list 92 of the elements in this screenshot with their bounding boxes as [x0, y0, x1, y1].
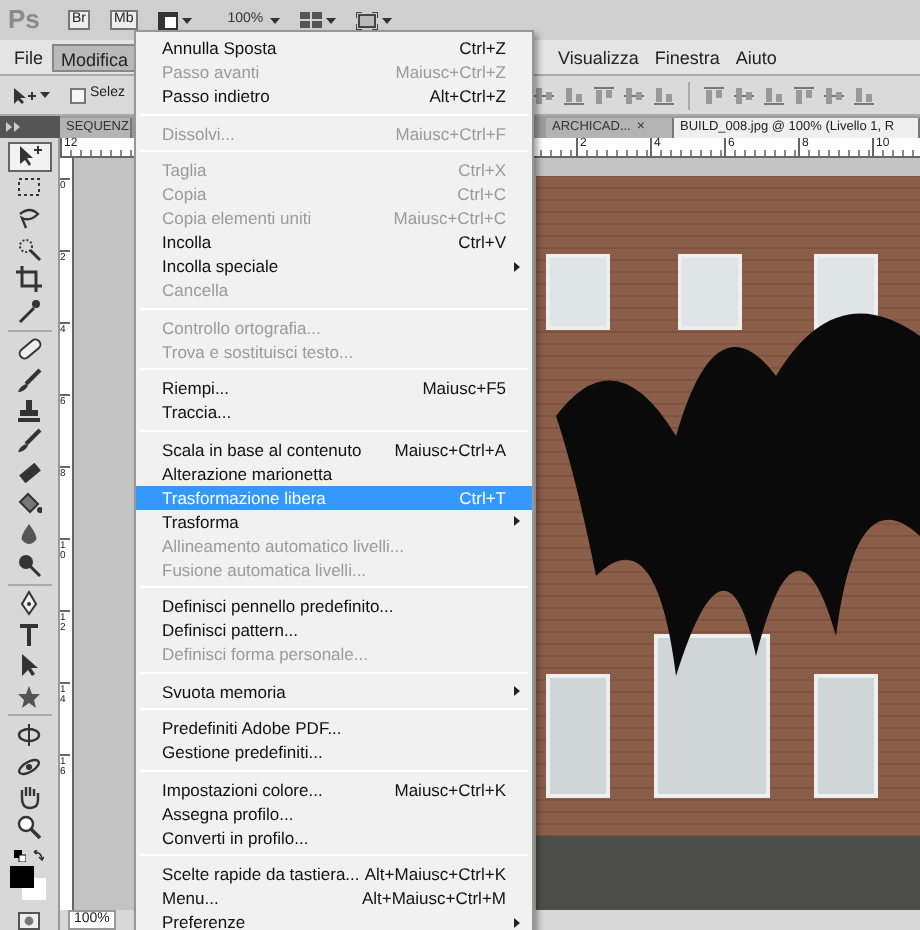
- align-icon: [763, 85, 784, 105]
- shortcut-label: Ctrl+C: [457, 182, 506, 206]
- menu-item[interactable]: Finestra: [646, 43, 728, 71]
- align-icon: [793, 85, 814, 105]
- star-shape-icon: [16, 683, 42, 710]
- shortcut-label: Maiusc+Ctrl+A: [394, 437, 506, 461]
- align-icon: [563, 85, 584, 105]
- shortcut-label: Maiusc+Ctrl+F: [395, 121, 506, 145]
- dashed-rectangle-icon: [16, 174, 42, 201]
- type-icon: [16, 621, 42, 648]
- align-icon: [623, 85, 644, 105]
- quick-mask-icon: [18, 911, 40, 930]
- screen-icon: [355, 11, 378, 29]
- shortcut-label: Alt+Ctrl+Z: [429, 84, 506, 108]
- shortcut-label: Maiusc+Ctrl+Z: [395, 60, 506, 84]
- tool-button[interactable]: [7, 142, 51, 171]
- align-icon: [703, 85, 724, 105]
- menu-item[interactable]: Passo indietro Alt+Ctrl+Z: [136, 84, 532, 108]
- menu-item[interactable]: Modifica: [51, 43, 139, 71]
- lasso-icon: [16, 205, 42, 232]
- menu-item[interactable]: Gestione predefiniti...: [136, 740, 532, 764]
- hand-icon: [16, 783, 42, 810]
- align-icon: [653, 85, 674, 105]
- menu-item[interactable]: Predefiniti Adobe PDF...: [136, 716, 532, 740]
- menu-item[interactable]: Annulla Sposta Ctrl+Z: [136, 36, 532, 60]
- menu-item[interactable]: Preferenze: [136, 910, 532, 930]
- move-arrow-icon: [16, 143, 42, 170]
- checkbox[interactable]: [70, 87, 86, 103]
- quick-mask-button[interactable]: [18, 911, 40, 930]
- rotate-3d-icon: [16, 722, 42, 749]
- menu-item[interactable]: Menu... Alt+Maiusc+Ctrl+M: [136, 886, 532, 910]
- brush-icon: [16, 367, 42, 394]
- menu-item[interactable]: Converti in profilo...: [136, 825, 532, 849]
- move-arrow-icon: [12, 85, 36, 105]
- crop-icon: [16, 266, 42, 293]
- default-colors-icon: [14, 850, 26, 863]
- menu-item[interactable]: Definisci pattern...: [136, 618, 532, 642]
- shortcut-label: Ctrl+T: [459, 485, 506, 509]
- bucket-icon: [16, 490, 42, 517]
- shortcut-label: Maiusc+Ctrl+K: [394, 777, 506, 801]
- caret-icon: [269, 17, 280, 23]
- eyedropper-icon: [16, 297, 42, 324]
- menu-item[interactable]: Impostazioni colore... Maiusc+Ctrl+K: [136, 777, 532, 801]
- shortcut-label: Alt+Maiusc+Ctrl+K: [364, 862, 506, 886]
- menu-item[interactable]: Trasforma: [136, 509, 532, 533]
- app-logo: Ps: [8, 2, 42, 39]
- align-icon: [733, 85, 754, 105]
- menu-item[interactable]: File: [6, 43, 52, 71]
- shortcut-label: Ctrl+V: [458, 230, 506, 254]
- layout-dropdown[interactable]: [157, 11, 192, 29]
- brush-icon: [16, 428, 42, 455]
- bandage-icon: [16, 336, 42, 363]
- dodge-icon: [16, 552, 42, 579]
- menu-item[interactable]: Incolla Ctrl+V: [136, 230, 532, 254]
- align-icon: [853, 85, 874, 105]
- caret-icon: [381, 17, 392, 23]
- menu-item[interactable]: Alterazione marionetta: [136, 461, 532, 485]
- menu-item[interactable]: Traccia...: [136, 400, 532, 424]
- swap-arrow-icon: [32, 850, 44, 863]
- collapse-icon: [6, 122, 20, 132]
- drop-icon: [16, 521, 42, 548]
- menu-item[interactable]: Riempi... Maiusc+F5: [136, 376, 532, 400]
- shortcut-label: Maiusc+F5: [422, 376, 506, 400]
- menu-item[interactable]: Incolla speciale: [136, 254, 532, 278]
- menu-item[interactable]: Assegna profilo...: [136, 801, 532, 825]
- screen-mode-dropdown[interactable]: [355, 11, 392, 29]
- grid-icon: [299, 12, 322, 28]
- align-icon: [823, 85, 844, 105]
- menu-item[interactable]: Scala in base al contenuto Maiusc+Ctrl+A: [136, 437, 532, 461]
- arrange-dropdown[interactable]: [299, 12, 336, 28]
- tool-preset-picker[interactable]: [12, 85, 50, 105]
- shortcut-label: Ctrl+Z: [459, 36, 506, 60]
- shortcut-label: Maiusc+Ctrl+C: [393, 206, 506, 230]
- align-icon: [593, 85, 614, 105]
- wand-icon: [16, 236, 42, 263]
- caret-icon: [181, 17, 192, 23]
- menu-item[interactable]: Aiuto: [727, 43, 785, 71]
- menu-item[interactable]: Scelte rapide da tastiera... Alt+Maiusc+Ctrl+K: [136, 862, 532, 886]
- shortcut-label: Ctrl+X: [458, 158, 506, 182]
- foreground-color-swatch[interactable]: [9, 866, 33, 889]
- pen-icon: [16, 590, 42, 617]
- zoom-icon: [16, 814, 42, 841]
- menu-item[interactable]: Definisci pennello predefinito...: [136, 594, 532, 618]
- shortcut-label: Alt+Maiusc+Ctrl+M: [361, 886, 506, 910]
- menu-item[interactable]: Svuota memoria: [136, 679, 532, 703]
- orbit-icon: [16, 753, 42, 780]
- menu-item[interactable]: Visualizza: [550, 43, 647, 71]
- arrow-pointer-icon: [16, 652, 42, 679]
- caret-icon: [325, 17, 336, 23]
- caret-icon: [40, 92, 50, 98]
- layout-icon: [157, 11, 178, 29]
- stamp-icon: [16, 398, 42, 425]
